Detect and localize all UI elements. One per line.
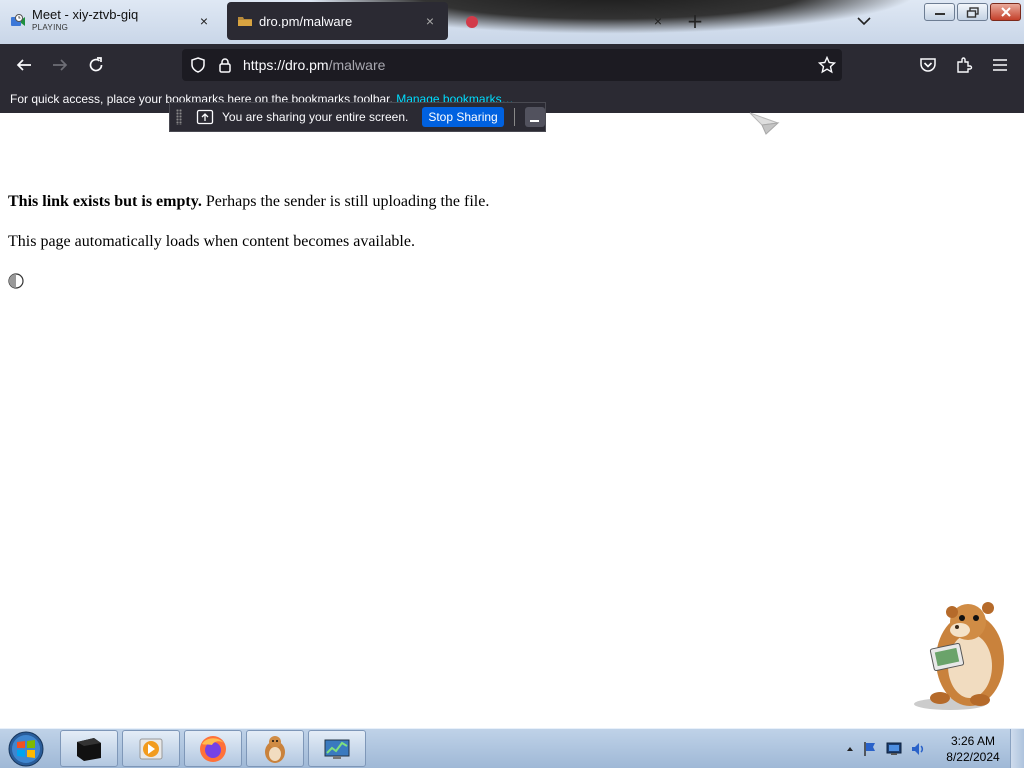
share-screen-icon bbox=[196, 109, 214, 125]
media-player-icon bbox=[139, 738, 163, 759]
empty-link-heading: This link exists but is empty. bbox=[8, 193, 202, 210]
hamster-app-icon bbox=[265, 735, 285, 763]
close-window-icon[interactable] bbox=[990, 3, 1021, 21]
lock-icon[interactable] bbox=[218, 57, 232, 73]
taskbar-app-media-player[interactable] bbox=[122, 730, 180, 767]
divider bbox=[513, 108, 515, 126]
uploading-note: Perhaps the sender is still uploading th… bbox=[201, 193, 490, 210]
clock-date: 8/22/2024 bbox=[946, 750, 1000, 764]
system-monitor-icon bbox=[324, 739, 350, 759]
back-button[interactable] bbox=[12, 53, 36, 77]
screen-sharing-indicator: You are sharing your entire screen. Stop… bbox=[169, 102, 546, 132]
bookmark-star-icon[interactable] bbox=[818, 56, 836, 74]
action-center-flag-icon[interactable] bbox=[861, 740, 879, 758]
loading-spinner-icon bbox=[8, 273, 24, 289]
clock-time: 3:26 AM bbox=[950, 734, 996, 748]
tab-third[interactable]: × bbox=[454, 2, 676, 40]
minimize-indicator-button[interactable] bbox=[524, 107, 545, 127]
stop-sharing-button[interactable]: Stop Sharing bbox=[422, 107, 504, 127]
tab-playing-label: PLAYING bbox=[32, 23, 69, 32]
tab-close-icon[interactable]: × bbox=[422, 13, 438, 29]
app-menu-button[interactable] bbox=[988, 53, 1012, 77]
list-all-tabs-icon[interactable] bbox=[854, 11, 874, 31]
taskbar-app-monitor[interactable] bbox=[308, 730, 366, 767]
pocket-icon bbox=[920, 58, 936, 72]
new-tab-button[interactable]: + bbox=[684, 10, 706, 32]
tab-strip: Meet - xiy-ztvb-giq PLAYING × dro.pm/mal… bbox=[0, 0, 1024, 44]
tab-title: dro.pm/malware bbox=[259, 14, 353, 28]
auto-load-message: This page automatically loads when conte… bbox=[8, 233, 415, 250]
windows-taskbar: 3:26 AM 8/22/2024 bbox=[0, 728, 1024, 768]
url-host: https://dro.pm bbox=[243, 57, 329, 73]
url-bar[interactable]: https://dro.pm/malware bbox=[182, 49, 842, 81]
reload-button[interactable] bbox=[84, 53, 108, 77]
system-tray bbox=[845, 729, 927, 768]
taskbar-app-terminal[interactable] bbox=[60, 730, 118, 767]
forward-button[interactable] bbox=[48, 53, 72, 77]
show-desktop-button[interactable] bbox=[1010, 729, 1024, 768]
empty-link-message: This link exists but is empty. Perhaps t… bbox=[8, 193, 489, 213]
tab-close-icon[interactable]: × bbox=[650, 13, 666, 29]
sharing-status-text: You are sharing your entire screen. bbox=[222, 110, 409, 124]
dro-pm-favicon-icon bbox=[238, 17, 252, 26]
tab-title: Meet - xiy-ztvb-giq bbox=[32, 8, 139, 22]
url-path: /malware bbox=[328, 57, 386, 73]
back-icon bbox=[16, 59, 31, 71]
taskbar-app-firefox[interactable] bbox=[184, 730, 242, 767]
black-box-app-icon bbox=[77, 737, 101, 761]
start-button-icon[interactable] bbox=[6, 730, 46, 768]
pocket-button[interactable] bbox=[916, 53, 940, 77]
drag-handle[interactable] bbox=[176, 109, 182, 125]
tab-meet[interactable]: Meet - xiy-ztvb-giq PLAYING × bbox=[0, 2, 222, 40]
network-icon[interactable] bbox=[885, 740, 903, 758]
tab-dro-pm[interactable]: dro.pm/malware × bbox=[227, 2, 448, 40]
taskbar-app-hamster[interactable] bbox=[246, 730, 304, 767]
page-content: This link exists but is empty. Perhaps t… bbox=[8, 193, 489, 253]
extensions-button[interactable] bbox=[952, 53, 976, 77]
tracking-protection-icon[interactable] bbox=[190, 57, 206, 73]
menu-icon bbox=[993, 59, 1007, 71]
tab-close-icon[interactable]: × bbox=[196, 13, 212, 29]
volume-icon[interactable] bbox=[909, 740, 927, 758]
navigation-toolbar: https://dro.pm/malware bbox=[0, 44, 1024, 86]
show-hidden-icons-icon[interactable] bbox=[845, 744, 855, 754]
tab-favicon-icon bbox=[466, 16, 478, 28]
minimize-window-icon[interactable] bbox=[924, 3, 955, 21]
taskbar-clock[interactable]: 3:26 AM 8/22/2024 bbox=[940, 733, 1006, 765]
url-text[interactable]: https://dro.pm/malware bbox=[243, 57, 385, 73]
desktop-hamster-mascot bbox=[914, 602, 1004, 710]
reload-icon bbox=[89, 57, 103, 72]
restore-window-icon[interactable] bbox=[957, 3, 988, 21]
forward-icon bbox=[53, 59, 68, 71]
window-controls bbox=[924, 3, 1021, 21]
firefox-icon bbox=[200, 735, 226, 762]
meet-favicon-icon bbox=[11, 14, 25, 26]
extensions-icon bbox=[957, 57, 973, 73]
paper-plane-cursor-icon bbox=[749, 112, 780, 135]
